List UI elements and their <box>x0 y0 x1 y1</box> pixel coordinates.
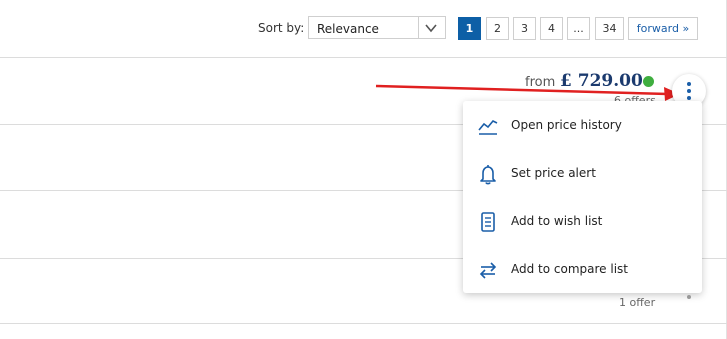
page-34-button[interactable]: 34 <box>595 17 624 40</box>
select-divider <box>418 17 419 38</box>
forward-button[interactable]: forward » <box>628 17 698 40</box>
compare-icon <box>479 262 497 279</box>
menu-item-label: Add to compare list <box>511 262 628 276</box>
row-divider <box>0 57 727 58</box>
menu-item-label: Set price alert <box>511 166 596 180</box>
sort-select[interactable]: Relevance <box>308 16 446 39</box>
menu-item-label: Open price history <box>511 118 622 132</box>
page-4-button[interactable]: 4 <box>540 17 563 40</box>
row-divider <box>0 323 727 324</box>
chevron-down-icon <box>425 24 437 33</box>
wish-list-icon <box>481 212 495 232</box>
options-menu: Open price history Set price alert Add t… <box>463 101 702 293</box>
menu-item-compare-list[interactable]: Add to compare list <box>463 250 702 290</box>
menu-item-price-alert[interactable]: Set price alert <box>463 154 702 194</box>
kebab-dot <box>687 89 691 93</box>
more-options-dot-icon[interactable] <box>687 295 691 299</box>
menu-item-price-history[interactable]: Open price history <box>463 106 702 146</box>
kebab-dot <box>687 82 691 86</box>
page-3-button[interactable]: 3 <box>513 17 536 40</box>
menu-item-wish-list[interactable]: Add to wish list <box>463 202 702 242</box>
page-2-button[interactable]: 2 <box>486 17 509 40</box>
price-history-icon <box>478 120 498 135</box>
bell-icon <box>480 165 496 185</box>
menu-item-label: Add to wish list <box>511 214 603 228</box>
page-1-button[interactable]: 1 <box>458 17 481 40</box>
offers-count[interactable]: 1 offer <box>619 296 655 309</box>
sort-selected-value: Relevance <box>317 22 379 36</box>
page-ellipsis: ... <box>567 17 590 40</box>
kebab-dot <box>687 96 691 100</box>
sort-label: Sort by: <box>258 21 305 35</box>
